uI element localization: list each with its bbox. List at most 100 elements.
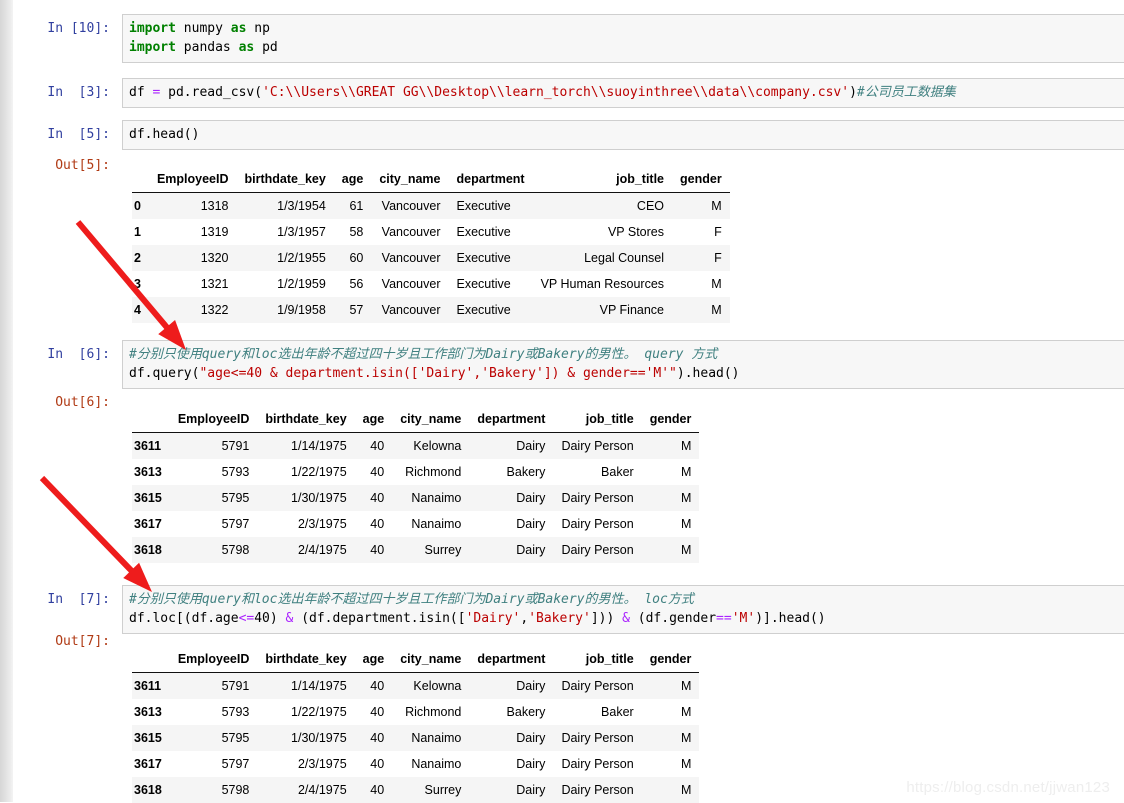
row-index-cell: 3618 [134, 543, 162, 557]
table-cell: Dairy [516, 491, 546, 505]
code-token: df [129, 85, 153, 100]
code-token: ) [849, 85, 857, 100]
column-header-city_name: city_name [392, 646, 470, 673]
table-cell: 1318 [200, 199, 229, 213]
column-header-job_title: job_title [532, 166, 673, 193]
table-cell: Executive [456, 225, 511, 239]
column-header-job_title: job_title [553, 646, 642, 673]
code-editor-in-5[interactable]: df.head() [122, 120, 1124, 150]
code-token: import [129, 21, 176, 36]
column-header-EmployeeID: EmployeeID [169, 646, 258, 673]
table-cell: 1319 [200, 225, 229, 239]
table-row: 3618 5798 2/4/1975 40 Surrey Dairy Dairy Perso… [132, 537, 700, 563]
code-editor-in-6[interactable]: #分别只使用query和loc选出年龄不超过四十岁且工作部门为Dairy或Bak… [122, 340, 1124, 389]
code-token: as [230, 21, 247, 36]
table-cell: Vancouver [381, 303, 441, 317]
column-header-index [132, 406, 170, 433]
row-index-cell: 3611 [134, 439, 162, 453]
table-cell: 40 [370, 517, 385, 531]
table-cell: 1/14/1975 [291, 679, 347, 693]
column-header-city_name: city_name [392, 406, 470, 433]
table-cell: 58 [349, 225, 364, 239]
table-cell: Dairy Person [561, 757, 634, 771]
code-token: 'Bakery' [528, 611, 591, 626]
table-cell: Nanaimo [411, 517, 462, 531]
dataframe-output-loc: EmployeeID birthdate_key age city_name depar… [132, 646, 700, 803]
table-cell: Nanaimo [411, 757, 462, 771]
code-editor-in-10[interactable]: import numpy as np import pandas as pd [122, 14, 1124, 63]
table-cell: 40 [370, 757, 385, 771]
table-cell: Dairy Person [561, 679, 634, 693]
table-cell: VP Finance [599, 303, 665, 317]
table-cell: Dairy Person [561, 439, 634, 453]
row-index-cell: 3615 [134, 491, 162, 505]
table-cell: 61 [349, 199, 364, 213]
column-header-gender: gender [641, 406, 700, 433]
table-row: 0 1318 1/3/1954 61 Vancouver Executive CEO M [132, 192, 730, 219]
row-index-cell: 0 [134, 199, 141, 213]
row-index-cell: 3617 [134, 517, 162, 531]
column-header-age: age [333, 166, 372, 193]
code-token: as [238, 40, 255, 55]
column-header-job_title: job_title [553, 406, 642, 433]
table-cell: CEO [636, 199, 665, 213]
table-header-row: EmployeeID birthdate_key age city_name depar… [132, 646, 700, 673]
code-token: pd.read_csv( [160, 85, 263, 100]
table-cell: Dairy [516, 757, 546, 771]
row-index-cell: 3613 [134, 465, 162, 479]
code-token: == [716, 611, 732, 626]
code-token: #公司员工数据集 [856, 85, 956, 100]
table-cell: Richmond [405, 705, 462, 719]
table-cell: Dairy [516, 783, 546, 797]
column-header-EmployeeID: EmployeeID [169, 406, 258, 433]
code-editor-in-7[interactable]: #分别只使用query和loc选出年龄不超过四十岁且工作部门为Dairy或Bak… [122, 585, 1124, 634]
table-cell: Kelowna [413, 439, 462, 453]
table-cell: M [680, 465, 692, 479]
prompt-in-6: In [6]: [47, 347, 110, 362]
table-cell: M [711, 303, 722, 317]
row-index-cell: 3618 [134, 783, 162, 797]
table-row: 3617 5797 2/3/1975 40 Nanaimo Dairy Dairy Pers… [132, 751, 700, 777]
table-row: 3613 5793 1/22/1975 40 Richmond Bakery Baker M [132, 459, 700, 485]
code-editor-in-3[interactable]: df = pd.read_csv('C:\\Users\\GREAT GG\\D… [122, 78, 1124, 108]
code-token: 'Dairy' [465, 611, 521, 626]
table-cell: 5797 [221, 757, 250, 771]
table-cell: Vancouver [381, 199, 441, 213]
code-token: np [246, 21, 270, 36]
code-token: )].head() [755, 611, 826, 626]
table-cell: M [680, 439, 692, 453]
table-cell: F [714, 225, 722, 239]
prompt-in-5: In [5]: [47, 127, 110, 142]
table-cell: M [680, 543, 692, 557]
table-cell: 1/22/1975 [291, 705, 347, 719]
table-cell: 40 [370, 679, 385, 693]
table-cell: Surrey [424, 783, 462, 797]
table-header-row: EmployeeID birthdate_key age city_name depar… [132, 406, 700, 433]
column-header-index [132, 646, 170, 673]
table-cell: 5791 [221, 679, 250, 693]
table-cell: Bakery [506, 705, 546, 719]
column-header-city_name: city_name [371, 166, 449, 193]
row-index-cell: 2 [134, 251, 141, 265]
column-header-index [132, 166, 149, 193]
table-cell: Vancouver [381, 225, 441, 239]
code-token: ).head() [676, 366, 740, 381]
code-token: pandas [175, 40, 239, 55]
column-header-department: department [469, 406, 554, 433]
table-cell: 5795 [221, 491, 250, 505]
code-token: "age<=40 & department.isin(['Dairy','Bak… [199, 366, 677, 381]
code-token: 'M' [731, 611, 756, 626]
table-cell: M [680, 705, 692, 719]
table-cell: Dairy Person [561, 517, 634, 531]
table-cell: Dairy Person [561, 783, 634, 797]
table-row: 3618 5798 2/4/1975 40 Surrey Dairy Dairy Perso… [132, 777, 700, 803]
table-cell: 5795 [221, 731, 250, 745]
code-token: pd [254, 40, 278, 55]
prompt-out-6: Out[6]: [55, 395, 110, 410]
table-cell: Executive [456, 251, 511, 265]
dataframe-output-head: EmployeeID birthdate_key age city_name depar… [132, 166, 730, 323]
table-cell: Vancouver [381, 277, 441, 291]
table-cell: 40 [370, 543, 385, 557]
table-row: 2 1320 1/2/1955 60 Vancouver Executive Legal C… [132, 245, 730, 271]
table-cell: 2/3/1975 [297, 757, 347, 771]
